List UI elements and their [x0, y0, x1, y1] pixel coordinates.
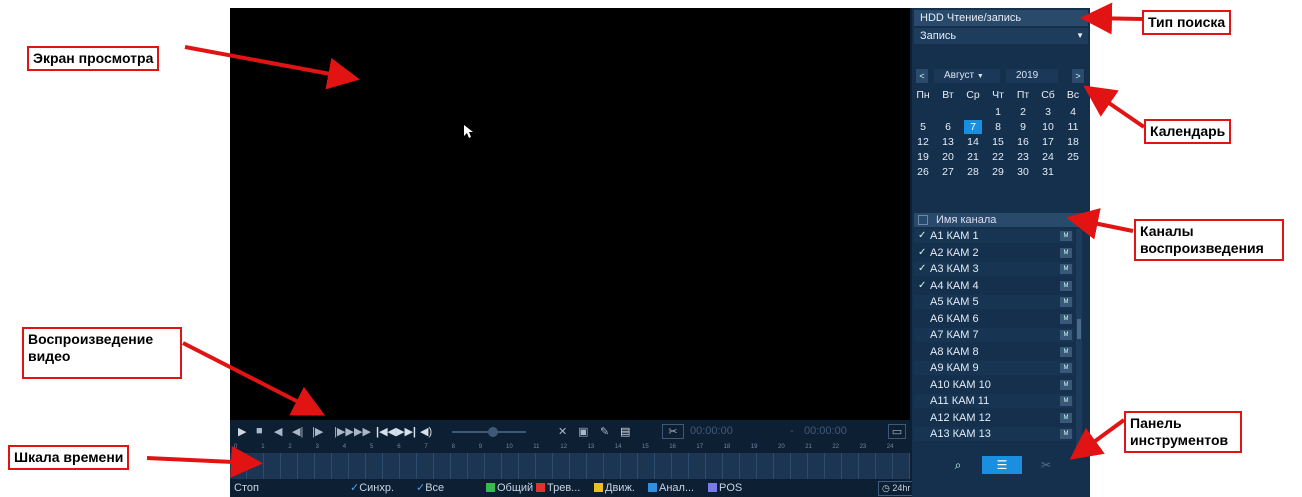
arrow-calendar — [1083, 85, 1146, 129]
arrow-search-type — [1080, 2, 1143, 35]
annotation-channels-line1: Каналы — [1140, 223, 1194, 239]
annotation-timescale: Шкала времени — [8, 445, 130, 470]
annotation-search-type: Тип поиска — [1142, 10, 1232, 35]
arrow-toolbar — [1069, 418, 1126, 460]
arrow-timescale — [146, 445, 263, 478]
annotation-toolbar-line2: инструментов — [1130, 432, 1229, 448]
annotation-calendar: Календарь — [1144, 119, 1232, 144]
annotation-view-screen: Экран просмотра — [27, 46, 160, 71]
annotation-arrows — [146, 2, 1146, 478]
arrow-playback — [182, 341, 326, 416]
annotation-channels: Каналы воспроизведения — [1134, 219, 1284, 261]
arrow-channels — [1066, 208, 1134, 240]
annotation-toolbar: Панель инструментов — [1124, 411, 1242, 453]
arrow-view-screen — [184, 45, 360, 90]
annotation-video-playback: Воспроизведение видео — [22, 327, 182, 379]
annotation-video-playback-line1: Воспроизведение — [28, 331, 154, 347]
annotation-channels-line2: воспроизведения — [1140, 240, 1264, 256]
annotation-video-playback-line2: видео — [28, 348, 71, 364]
annotation-toolbar-line1: Панель — [1130, 415, 1182, 431]
